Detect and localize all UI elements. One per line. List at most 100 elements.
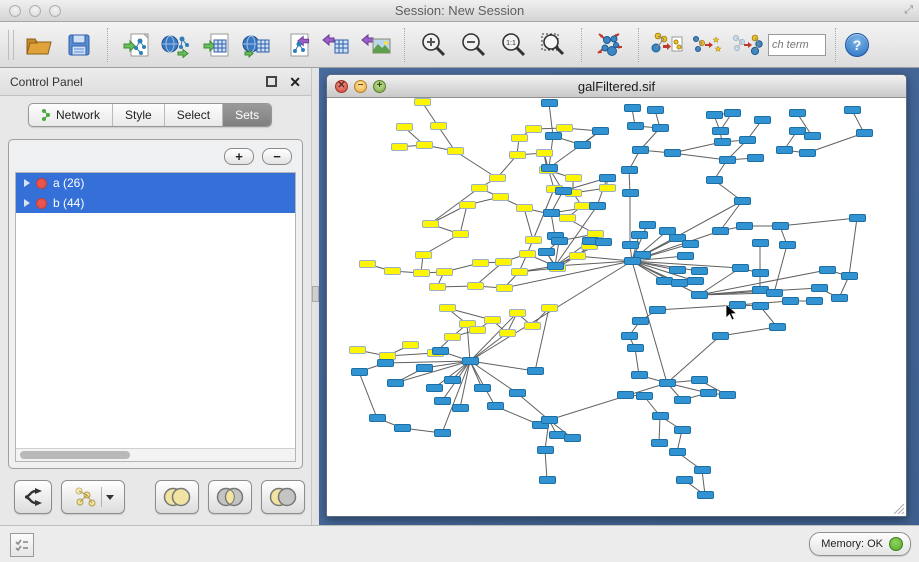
graph-node[interactable] [849, 214, 866, 222]
graph-node[interactable] [804, 132, 821, 140]
graph-node[interactable] [752, 302, 769, 310]
graph-node[interactable] [599, 184, 616, 192]
graph-node[interactable] [495, 258, 512, 266]
tab-sets[interactable]: Sets [223, 104, 271, 126]
zoom-in-button[interactable] [414, 26, 452, 64]
graph-node[interactable] [416, 364, 433, 372]
graph-node[interactable] [819, 266, 836, 274]
graph-node[interactable] [691, 267, 708, 275]
graph-node[interactable] [525, 125, 542, 133]
graph-node[interactable] [369, 414, 386, 422]
graph-node[interactable] [474, 384, 491, 392]
graph-node[interactable] [551, 237, 568, 245]
graph-node[interactable] [624, 257, 641, 265]
graph-node[interactable] [574, 141, 591, 149]
scrollbar-thumb[interactable] [20, 451, 130, 459]
graph-node[interactable] [377, 359, 394, 367]
export-network-button[interactable] [277, 26, 315, 64]
import-table-file-button[interactable] [197, 26, 235, 64]
graph-node[interactable] [516, 204, 533, 212]
graph-node[interactable] [452, 404, 469, 412]
graph-node[interactable] [729, 301, 746, 309]
graph-node[interactable] [592, 127, 609, 135]
graph-node[interactable] [422, 220, 439, 228]
graph-node[interactable] [706, 111, 723, 119]
graph-node[interactable] [736, 222, 753, 230]
graph-node[interactable] [719, 156, 736, 164]
horizontal-scrollbar[interactable] [16, 448, 295, 461]
graph-node[interactable] [459, 201, 476, 209]
expand-triangle-icon[interactable] [24, 199, 30, 207]
graph-node[interactable] [511, 134, 528, 142]
graph-node[interactable] [545, 132, 562, 140]
graph-node[interactable] [509, 389, 526, 397]
graph-node[interactable] [734, 197, 751, 205]
graph-node[interactable] [789, 109, 806, 117]
graph-node[interactable] [413, 269, 430, 277]
graph-node[interactable] [659, 379, 676, 387]
graph-node[interactable] [687, 277, 704, 285]
hide-selected-button[interactable] [688, 26, 726, 64]
graph-node[interactable] [434, 397, 451, 405]
graph-node[interactable] [349, 346, 366, 354]
graph-node[interactable] [547, 262, 564, 270]
graph-node[interactable] [694, 466, 711, 474]
graph-node[interactable] [509, 309, 526, 317]
graph-node[interactable] [664, 149, 681, 157]
graph-node[interactable] [444, 333, 461, 341]
graph-node[interactable] [856, 129, 873, 137]
first-neighbors-button[interactable] [648, 26, 686, 64]
graph-node[interactable] [541, 164, 558, 172]
graph-node[interactable] [430, 122, 447, 130]
graph-node[interactable] [351, 368, 368, 376]
graph-node[interactable] [524, 322, 541, 330]
add-set-button[interactable]: + [224, 148, 254, 165]
graph-node[interactable] [671, 279, 688, 287]
export-table-button[interactable] [317, 26, 355, 64]
graph-node[interactable] [754, 116, 771, 124]
help-button[interactable]: ? [845, 33, 869, 57]
graph-node[interactable] [622, 189, 639, 197]
fullscreen-icon[interactable]: ⤢ [904, 4, 913, 17]
graph-node[interactable] [384, 267, 401, 275]
graph-node[interactable] [537, 446, 554, 454]
graph-node[interactable] [712, 127, 729, 135]
set-row-a[interactable]: a (26) [16, 173, 295, 193]
search-input[interactable]: ch term [768, 34, 826, 56]
network-frame-titlebar[interactable]: ✕ − + galFiltered.sif [327, 75, 906, 98]
graph-node[interactable] [541, 304, 558, 312]
graph-node[interactable] [439, 304, 456, 312]
graph-node[interactable] [447, 147, 464, 155]
graph-node[interactable] [776, 146, 793, 154]
graph-node[interactable] [471, 184, 488, 192]
graph-node[interactable] [541, 99, 558, 107]
graph-node[interactable] [712, 332, 729, 340]
graph-node[interactable] [674, 396, 691, 404]
graph-node[interactable] [416, 141, 433, 149]
graph-node[interactable] [555, 187, 572, 195]
graph-node[interactable] [779, 241, 796, 249]
graph-node[interactable] [499, 329, 516, 337]
graph-node[interactable] [432, 347, 449, 355]
network-frame[interactable]: ✕ − + galFiltered.sif [326, 74, 907, 517]
graph-node[interactable] [469, 326, 486, 334]
graph-node[interactable] [697, 491, 714, 499]
graph-node[interactable] [772, 222, 789, 230]
graph-node[interactable] [559, 214, 576, 222]
graph-node[interactable] [429, 283, 446, 291]
zoom-selected-button[interactable] [534, 26, 572, 64]
graph-node[interactable] [525, 236, 542, 244]
graph-node[interactable] [509, 151, 526, 159]
graph-node[interactable] [811, 284, 828, 292]
graph-node[interactable] [622, 241, 639, 249]
graph-node[interactable] [769, 323, 786, 331]
import-table-url-button[interactable] [237, 26, 275, 64]
graph-node[interactable] [511, 268, 528, 276]
set-row-b[interactable]: b (44) [16, 193, 295, 213]
graph-node[interactable] [714, 138, 731, 146]
create-set-from-network-button[interactable] [61, 480, 125, 514]
graph-node[interactable] [538, 248, 555, 256]
graph-node[interactable] [844, 106, 861, 114]
graph-node[interactable] [700, 389, 717, 397]
graph-node[interactable] [706, 176, 723, 184]
